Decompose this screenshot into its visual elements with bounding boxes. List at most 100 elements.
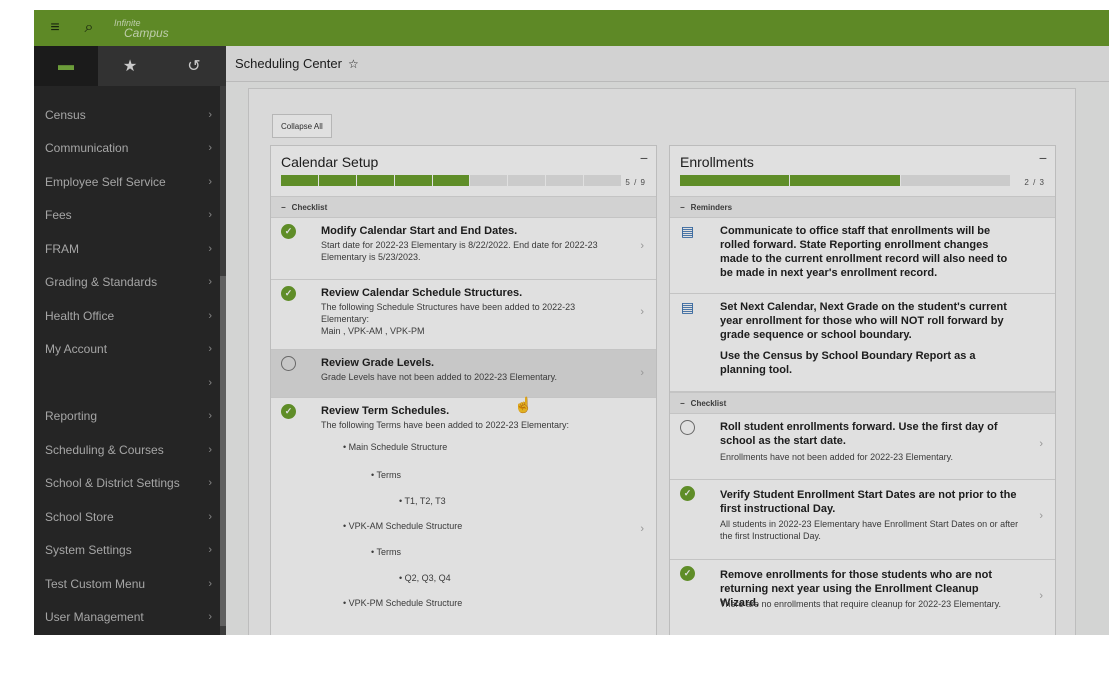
sidebar-item-label: Scheduling & Courses [45,442,164,457]
sidebar-item-grading-standards[interactable]: Grading & Standards › [34,266,226,300]
checklist-item-schedule-structures[interactable]: ✓ Review Calendar Schedule Structures. T… [271,280,656,350]
sidebar-item-census[interactable]: Census › [34,98,226,132]
list-item: • Terms [371,547,401,557]
sidebar-tabs: ▬ ★ ↺ [34,46,226,86]
item-title: Review Calendar Schedule Structures. [321,287,523,299]
collapse-dash-icon: − [281,202,286,212]
sidebar-item-health-office[interactable]: Health Office › [34,299,226,333]
sidebar-item-label: Employee Self Service [45,174,166,189]
sidebar-item-label: FRAM [45,241,79,256]
search-icon[interactable]: ⌕ [76,15,102,41]
sidebar-scrollbar[interactable] [220,86,226,635]
chevron-right-icon: › [1039,510,1043,522]
chevron-right-icon: › [208,577,212,590]
page-header: Scheduling Center ☆ [226,46,1109,82]
item-description-extra: Main , VPK-AM , VPK-PM [321,326,425,336]
sidebar-item-system-settings[interactable]: System Settings › [34,534,226,568]
progress-count: 2 / 3 [1024,178,1045,187]
section-label: Reminders [690,202,733,212]
sidebar-item-reporting[interactable]: Reporting › [34,400,226,434]
progress-segment [394,175,432,186]
sidebar-item-scheduling-courses[interactable]: Scheduling & Courses › [34,433,226,467]
progress-segment [432,175,470,186]
progress-segment [900,175,1010,186]
item-description: All students in 2022-23 Elementary have … [720,519,1019,541]
checklist-item-grade-levels[interactable]: Review Grade Levels. Grade Levels have n… [271,350,656,398]
scrollbar-thumb[interactable] [220,276,226,626]
chevron-right-icon: › [208,410,212,423]
chevron-right-icon: › [208,175,212,188]
item-description: Start date for 2022-23 Elementary is 8/2… [321,240,598,262]
sidebar-item-label: Reporting [45,409,98,424]
sidebar-item-unlabeled[interactable]: › [34,366,226,400]
star-icon[interactable]: ★ [98,46,162,86]
item-title: Review Grade Levels. [321,357,435,369]
sidebar-item-employee-self-service[interactable]: Employee Self Service › [34,165,226,199]
reminder-text-extra: Use the Census by School Boundary Report… [720,350,976,376]
chevron-right-icon: › [208,108,212,121]
sidebar-item-label: Health Office [45,308,115,323]
chevron-right-icon: › [208,376,212,389]
minimize-button[interactable]: − [640,150,648,166]
progress-segment [356,175,394,186]
chevron-right-icon: › [1039,590,1043,602]
chevron-right-icon: › [208,209,212,222]
sidebar-item-label: Grading & Standards [45,275,158,290]
card-title: Enrollments [680,154,754,170]
item-title: Roll student enrollments forward. Use th… [720,421,998,447]
sidebar-item-school-store[interactable]: School Store › [34,500,226,534]
chevron-right-icon: › [208,343,212,356]
sidebar: ▬ ★ ↺ Census › Communication › Employee Se… [34,46,226,635]
sidebar-item-test-custom-menu[interactable]: Test Custom Menu › [34,567,226,601]
folder-icon[interactable]: ▬ [34,46,98,86]
chevron-right-icon: › [208,510,212,523]
progress-count: 5 / 9 [625,178,646,187]
progress-segment [470,175,508,186]
list-item: • Main Schedule Structure [343,442,448,452]
reminders-section-header[interactable]: − Reminders [670,196,1055,218]
sidebar-item-label: Communication [45,141,129,156]
clipboard-icon: ▤ [680,299,695,315]
checklist-item-term-schedules[interactable]: ✓ Review Term Schedules. The following T… [271,398,656,628]
chevron-right-icon: › [1039,438,1043,450]
chevron-right-icon: › [208,142,212,155]
collapse-all-button[interactable]: Collapse All [272,114,332,138]
checklist-section-header[interactable]: − Checklist [271,196,656,218]
card-title: Calendar Setup [281,154,379,170]
history-icon[interactable]: ↺ [162,46,226,86]
sidebar-item-my-account[interactable]: My Account › [34,333,226,367]
check-circle-icon: ✓ [680,486,695,501]
sidebar-nav: Census › Communication › Employee Self Ser… [34,98,226,634]
sidebar-item-user-management[interactable]: User Management › [34,601,226,635]
sidebar-item-label: Census [45,107,86,122]
minimize-button[interactable]: − [1039,150,1047,166]
checklist-item-verify-start-dates[interactable]: ✓ Verify Student Enrollment Start Dates … [670,480,1055,560]
reminder-item: ▤ Set Next Calendar, Next Grade on the s… [670,294,1055,392]
progress-segment [281,175,318,186]
favorite-star-icon[interactable]: ☆ [348,57,359,71]
progress-segment [584,175,621,186]
empty-circle-icon [281,356,296,371]
checklist-item-enrollment-cleanup[interactable]: ✓ Remove enrollments for those students … [670,560,1055,635]
item-description: There are no enrollments that require cl… [720,599,1001,609]
chevron-right-icon: › [208,242,212,255]
sidebar-item-label: School & District Settings [45,476,180,491]
reminder-text: Set Next Calendar, Next Grade on the stu… [720,301,1007,341]
checklist-section-header[interactable]: − Checklist [670,392,1055,414]
sidebar-item-label: My Account [45,342,108,357]
item-title: Review Term Schedules. [321,405,450,417]
list-item: • VPK-AM Schedule Structure [343,521,463,531]
sidebar-item-communication[interactable]: Communication › [34,132,226,166]
progress-segment [508,175,546,186]
sidebar-item-school-district-settings[interactable]: School & District Settings › [34,467,226,501]
menu-icon[interactable]: ≡ [42,15,68,41]
checklist-item-modify-dates[interactable]: ✓ Modify Calendar Start and End Dates. S… [271,218,656,280]
sidebar-item-label: Fees [45,208,72,223]
calendar-setup-card: Calendar Setup − 5 / 9 − Checklist ✓ Modi… [270,145,657,635]
collapse-dash-icon: − [680,202,685,212]
chevron-right-icon: › [208,309,212,322]
checklist-item-roll-forward[interactable]: Roll student enrollments forward. Use th… [670,414,1055,480]
sidebar-item-fees[interactable]: Fees › [34,199,226,233]
sidebar-item-fram[interactable]: FRAM › [34,232,226,266]
chevron-right-icon: › [208,611,212,624]
